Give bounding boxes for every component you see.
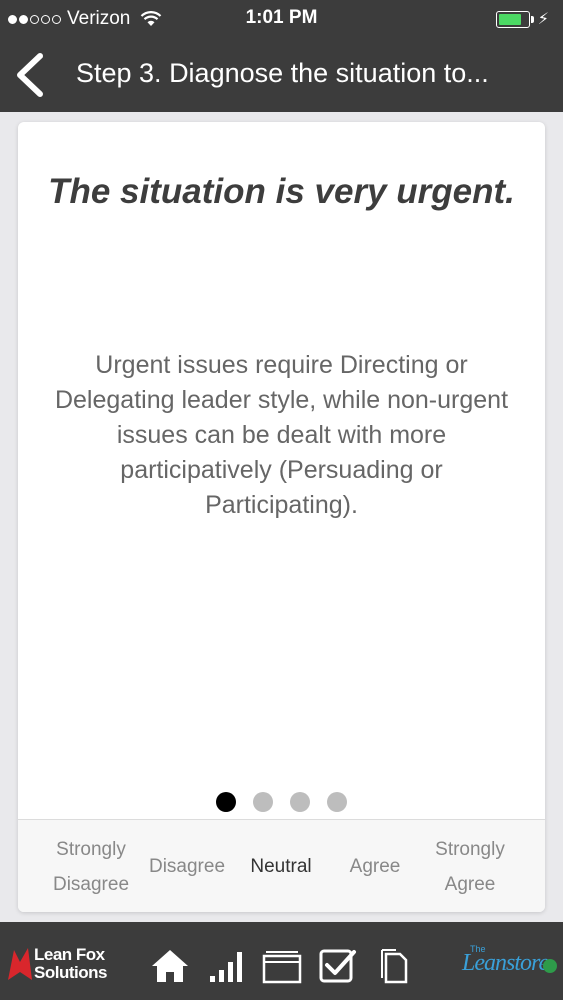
home-icon[interactable] bbox=[150, 948, 190, 984]
signal-bars-icon[interactable] bbox=[206, 948, 246, 984]
page-dot[interactable] bbox=[216, 792, 236, 812]
rating-agree[interactable]: Agree bbox=[328, 820, 422, 912]
battery-indicator: ⚡ bbox=[495, 9, 549, 29]
checkbox-icon[interactable] bbox=[318, 948, 358, 984]
brand-line-1: Lean Fox bbox=[34, 945, 105, 964]
battery-icon bbox=[495, 10, 530, 28]
statement-explanation: Urgent issues require Directing or Deleg… bbox=[54, 351, 509, 519]
back-button[interactable] bbox=[10, 50, 54, 100]
bottom-toolbar: Lean Fox Solutions The Leanstore bbox=[0, 922, 563, 1000]
page-title: Step 3. Diagnose the situation to... bbox=[76, 58, 489, 88]
page-dot[interactable] bbox=[327, 792, 347, 812]
brand-line-2: Solutions bbox=[34, 963, 107, 982]
rating-neutral[interactable]: Neutral bbox=[234, 820, 328, 912]
leanstore-logo: The Leanstore bbox=[460, 944, 560, 984]
lean-fox-logo: Lean Fox Solutions bbox=[4, 944, 114, 984]
rating-strongly-disagree[interactable]: Strongly Disagree bbox=[44, 820, 138, 912]
statement-title: The situation is very urgent. bbox=[48, 172, 515, 211]
page-indicator[interactable] bbox=[18, 792, 545, 812]
rating-disagree[interactable]: Disagree bbox=[140, 820, 234, 912]
folder-icon[interactable] bbox=[262, 948, 302, 984]
status-bar: Verizon 1:01 PM ⚡ bbox=[0, 0, 563, 38]
charging-bolt-icon: ⚡ bbox=[537, 11, 549, 28]
chevron-left-icon bbox=[17, 53, 43, 97]
store-name: Leanstore bbox=[462, 950, 549, 976]
rating-scale: Strongly Disagree Disagree Neutral Agree… bbox=[18, 819, 545, 912]
navigation-bar: Step 3. Diagnose the situation to... bbox=[0, 38, 563, 112]
page-dot[interactable] bbox=[290, 792, 310, 812]
question-card[interactable]: The situation is very urgent. Urgent iss… bbox=[18, 122, 545, 912]
document-icon[interactable] bbox=[374, 948, 414, 984]
fox-icon bbox=[8, 948, 32, 980]
rating-strongly-agree[interactable]: Strongly Agree bbox=[423, 820, 517, 912]
page-dot[interactable] bbox=[253, 792, 273, 812]
cart-icon bbox=[543, 959, 557, 973]
clock: 1:01 PM bbox=[245, 7, 318, 28]
